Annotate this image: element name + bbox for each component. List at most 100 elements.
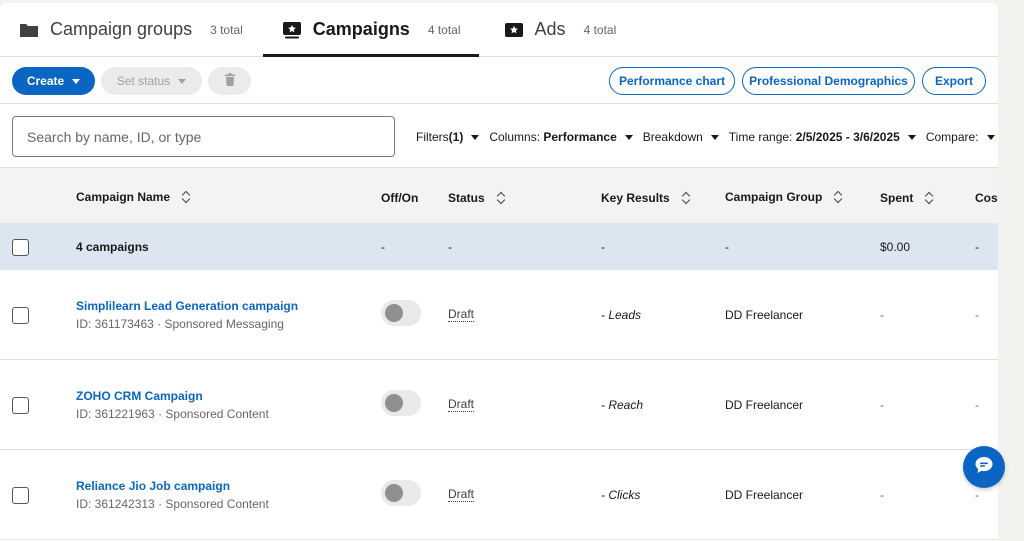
columns-dropdown[interactable]: Columns: Performance [489,130,633,144]
campaign-toggle[interactable] [381,480,421,506]
row-checkbox[interactable] [12,307,29,324]
header-campaign-name[interactable]: Campaign Name [76,190,190,204]
table-row: Reliance Jio Job campaign ID: 361242313 … [0,450,998,540]
time-range-dropdown[interactable]: Time range: 2/5/2025 - 3/6/2025 [729,130,916,144]
delete-button[interactable] [208,67,251,95]
columns-label: Columns: [489,130,541,144]
set-status-button[interactable]: Set status [101,67,202,95]
header-label: Campaign Name [76,190,171,204]
status-cell: Draft [448,307,475,322]
filters-dropdown[interactable]: Filters (1) [416,130,480,144]
select-all-checkbox[interactable] [12,239,29,256]
header-label: Key Results [601,191,670,205]
summary-campaign-group: - [725,240,729,254]
time-range-value: 2/5/2025 - 3/6/2025 [795,130,900,144]
filter-row: Filters(1) Columns: Performance Breakdow… [0,104,998,168]
toolbar: Create Set status Performance chart Prof… [0,57,998,104]
tab-count: 3 total [210,22,243,37]
create-button-label: Create [26,74,65,88]
summary-key-results: - [601,240,605,254]
compare-label: Compare: [925,130,979,144]
chevron-down-icon [178,78,187,84]
summary-label: 4 campaigns [76,240,149,254]
chevron-down-icon [907,134,916,140]
campaign-name-link[interactable]: Simplilearn Lead Generation campaign [76,299,298,313]
performance-chart-label: Performance chart [618,74,726,88]
header-label: Off/On [381,191,419,205]
row-checkbox[interactable] [12,487,29,504]
tab-count: 4 total [583,22,617,37]
status-cell: Draft [448,487,475,502]
chevron-down-icon [986,134,995,140]
key-results-cell: - Reach [601,398,644,412]
demographics-label: Professional Demographics [749,74,908,88]
tab-ads[interactable]: Ads 4 total [485,3,635,56]
export-button[interactable]: Export [922,67,986,95]
ad-icon [503,21,525,39]
sort-icon [182,191,190,203]
filters-label: Filters [416,130,449,144]
cost-cell: - [975,488,979,502]
tab-campaign-groups[interactable]: Campaign groups 3 total [0,3,261,56]
summary-spent: $0.00 [880,240,911,254]
header-key-results[interactable]: Key Results [601,191,690,205]
breakdown-dropdown[interactable]: Breakdown [643,130,719,144]
key-results-cell: - Clicks [601,488,641,502]
create-button[interactable]: Create [12,67,95,95]
header-off-on: Off/On [381,191,418,205]
status-draft[interactable]: Draft [448,487,475,502]
sort-icon [925,192,933,204]
sort-icon [834,191,842,203]
campaign-group-cell: DD Freelancer [725,308,804,322]
toggle-knob [385,304,403,322]
header-label: Cost [975,191,998,205]
key-results-cell: - Leads [601,308,642,322]
header-cost[interactable]: Cost [975,191,998,205]
tab-campaigns[interactable]: Campaigns 4 total [262,3,479,57]
professional-demographics-button[interactable]: Professional Demographics [742,67,915,95]
campaign-toggle[interactable] [381,300,421,326]
entity-tabs: Campaign groups 3 total Campaigns 4 tota… [0,3,998,57]
summary-status: - [448,240,452,254]
spent-cell: - [880,398,884,412]
columns-value: Performance [543,130,617,144]
breakdown-label: Breakdown [642,130,703,144]
campaign-name-link[interactable]: ZOHO CRM Campaign [76,389,269,403]
sort-icon [682,192,690,204]
status-cell: Draft [448,397,475,412]
tab-label: Campaign groups [50,19,193,39]
cost-cell: - [975,398,979,412]
search-input[interactable] [12,116,395,157]
header-label: Campaign Group [725,190,823,204]
header-status[interactable]: Status [448,191,505,205]
chevron-down-icon [72,78,81,84]
export-label: Export [934,74,973,88]
status-draft[interactable]: Draft [448,307,475,322]
chevron-down-icon [710,134,719,140]
campaign-group-cell: DD Freelancer [725,398,804,412]
performance-chart-button[interactable]: Performance chart [609,67,735,95]
campaign-meta: ID: 361173463 · Sponsored Messaging [76,317,284,331]
toggle-knob [385,394,403,412]
table-header: Campaign Name Off/On Status Key Results … [0,168,998,223]
summary-off-on: - [381,240,385,254]
campaign-meta: ID: 361242313 · Sponsored Content [76,497,269,511]
tab-label: Ads [534,19,566,39]
header-spent[interactable]: Spent [880,191,933,205]
status-draft[interactable]: Draft [448,397,475,412]
help-chat-button[interactable] [963,446,1005,488]
compare-dropdown[interactable]: Compare: [926,130,995,144]
set-status-label: Set status [116,74,171,88]
tab-label: Campaigns [312,19,410,39]
campaign-name-link[interactable]: Reliance Jio Job campaign [76,479,269,493]
header-campaign-group[interactable]: Campaign Group [725,190,842,204]
campaign-toggle[interactable] [381,390,421,416]
spent-cell: - [880,308,884,322]
summary-cost: - [975,240,979,254]
campaign-name-cell: ZOHO CRM Campaign ID: 361221963 · Sponso… [76,389,269,421]
campaign-manager-panel: Campaign groups 3 total Campaigns 4 tota… [0,3,998,541]
chevron-down-icon [471,134,480,140]
folder-icon [18,21,40,39]
toggle-knob [385,484,403,502]
row-checkbox[interactable] [12,397,29,414]
